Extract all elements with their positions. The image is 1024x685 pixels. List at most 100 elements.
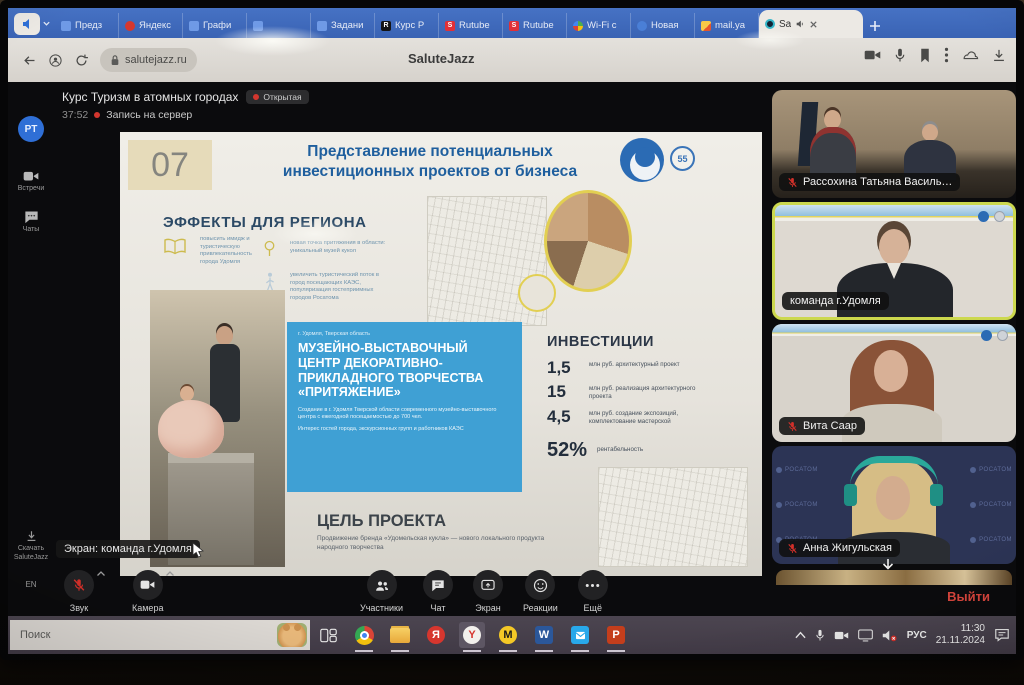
- participant-tile-2-active-speaker[interactable]: команда г.Удомля: [772, 202, 1016, 320]
- chevron-up-icon[interactable]: [96, 570, 106, 578]
- sound-button[interactable]: Звук: [64, 570, 94, 613]
- recording-label: Запись на сервер: [106, 109, 192, 121]
- profile-button[interactable]: [42, 47, 68, 73]
- tab-favicon: S: [509, 21, 519, 31]
- tab-close-icon[interactable]: [809, 20, 818, 29]
- address-bar[interactable]: salutejazz.ru: [100, 48, 197, 72]
- salutejazz-favicon: [765, 19, 775, 29]
- location-pin-icon: [262, 240, 277, 257]
- photo-collage-circle-small: [518, 274, 556, 312]
- participant-name-badge: Вита Саар: [779, 417, 865, 435]
- bookmark-icon[interactable]: [919, 48, 931, 63]
- browser-tab-1[interactable]: Яндекс: [119, 13, 183, 38]
- walking-person-icon: [264, 272, 276, 292]
- windows-taskbar: Поиск Я Y М W P: [8, 616, 1016, 654]
- participant-tile-1[interactable]: Рассохина Татьяна Василь…: [772, 90, 1016, 198]
- chevron-down-icon[interactable]: [42, 19, 51, 28]
- chrome-icon[interactable]: [351, 622, 377, 648]
- photo-collage-circle: [544, 190, 632, 292]
- yandex-icon[interactable]: Я: [423, 622, 449, 648]
- word-icon[interactable]: W: [531, 622, 557, 648]
- download-app-icon: [25, 530, 38, 543]
- participant-tile-3[interactable]: Вита Саар: [772, 324, 1016, 442]
- badge-dot-icon: [253, 94, 259, 100]
- browser-tab-0[interactable]: Предз: [55, 13, 119, 38]
- project-location: г. Удомля, Тверская область: [298, 331, 511, 337]
- back-button[interactable]: [16, 47, 42, 73]
- tab-favicon: [61, 21, 71, 31]
- reload-button[interactable]: [68, 47, 94, 73]
- scroll-more-participants-arrow[interactable]: [880, 558, 896, 570]
- screen-share-label: Экран: команда г.Удомля: [56, 540, 200, 558]
- user-avatar[interactable]: РТ: [18, 116, 44, 142]
- sidebar-item-meetings[interactable]: Встречи: [8, 170, 54, 192]
- investments-heading: ИНВЕСТИЦИИ: [547, 334, 697, 350]
- salutejazz-app: РТ Встречи Чаты Скачать SaluteJazz EN Ку…: [8, 82, 1016, 616]
- url-field[interactable]: salutejazz.ru: [125, 54, 187, 66]
- shared-screen-slide: 07 Представление потенциальных инвестици…: [120, 132, 762, 576]
- browser-tab-10[interactable]: mail.ya: [695, 13, 759, 38]
- banner-backdrop: [772, 324, 1016, 336]
- participants-button[interactable]: Участники: [360, 570, 403, 613]
- chevron-up-icon[interactable]: [165, 570, 175, 578]
- sidebar-item-download-app[interactable]: Скачать SaluteJazz: [8, 530, 54, 561]
- tray-camera-icon[interactable]: [834, 630, 849, 641]
- participant-tile-4[interactable]: РОСАТОМРОСАТОМРОСАТОМ РОСАТОМРОСАТОМРОСА…: [772, 446, 1016, 564]
- browser-tab-8[interactable]: Wi-Fi c: [567, 13, 631, 38]
- browser-tab-2[interactable]: Графи: [183, 13, 247, 38]
- extensions-icon[interactable]: [962, 48, 979, 62]
- tray-display-icon[interactable]: [858, 629, 873, 642]
- taskbar-clock[interactable]: 11:30 21.11.2024: [936, 623, 985, 648]
- browser-tab-9[interactable]: Новая: [631, 13, 695, 38]
- tray-volume-muted-icon[interactable]: [882, 629, 898, 642]
- mir-icon[interactable]: М: [495, 622, 521, 648]
- browser-tab-3[interactable]: [247, 13, 311, 38]
- input-language-indicator[interactable]: РУС: [907, 630, 927, 641]
- lock-icon: [110, 54, 120, 66]
- browser-tab-5[interactable]: RКурс Р: [375, 13, 439, 38]
- tray-expand-chevron[interactable]: [795, 631, 806, 639]
- taskbar-search[interactable]: Поиск: [10, 620, 310, 650]
- browser-tab-active[interactable]: Sa: [759, 10, 863, 38]
- anniversary-55-badge: 55: [670, 146, 695, 171]
- task-view-button[interactable]: [315, 622, 341, 648]
- browser-tab-4[interactable]: Задани: [311, 13, 375, 38]
- sidebar-item-chats[interactable]: Чаты: [8, 210, 54, 233]
- mic-permission-icon[interactable]: [894, 48, 906, 63]
- notification-center-icon[interactable]: [994, 628, 1010, 642]
- browser-tab-bar: Предз Яндекс Графи Задани RКурс Р SRutub…: [8, 8, 1016, 38]
- ellipsis-icon: [585, 583, 600, 588]
- camera-icon: [140, 579, 155, 591]
- yandex-browser-icon[interactable]: Y: [459, 622, 485, 648]
- browser-tab-7[interactable]: SRutube: [503, 13, 567, 38]
- goal-heading: ЦЕЛЬ ПРОЕКТА: [317, 512, 577, 531]
- investments-block: ИНВЕСТИЦИИ 1,5 млн руб. архитектурный пр…: [547, 334, 697, 467]
- browser-tab-6[interactable]: SRutube: [439, 13, 503, 38]
- leave-button[interactable]: Выйти: [947, 589, 990, 604]
- reactions-button[interactable]: Реакции: [523, 570, 558, 613]
- participant-name-badge: команда г.Удомля: [782, 292, 889, 310]
- browser-menu-button[interactable]: [14, 13, 40, 35]
- camera-permission-icon[interactable]: [864, 48, 881, 62]
- file-explorer-icon[interactable]: [387, 622, 413, 648]
- chat-button[interactable]: Чат: [423, 570, 453, 613]
- effect-item-3: увеличить туристический поток в город по…: [290, 272, 395, 302]
- project-desc-1: Создание в г. Удомля Тверской области со…: [298, 407, 503, 422]
- doll-figure: [216, 326, 233, 345]
- goal-text: Продвижение бренда «Удомельская кукла» —…: [317, 535, 552, 553]
- tab-audio-icon[interactable]: [795, 19, 805, 29]
- tab-favicon: [573, 21, 583, 31]
- powerpoint-icon[interactable]: P: [603, 622, 629, 648]
- backdrop-logos: [981, 330, 1008, 341]
- download-icon[interactable]: [992, 48, 1006, 63]
- tray-mic-icon[interactable]: [815, 629, 825, 642]
- mail-app-icon[interactable]: [567, 622, 593, 648]
- browser-toolbar: salutejazz.ru SaluteJazz: [8, 38, 1016, 82]
- new-tab-button[interactable]: [869, 20, 881, 32]
- screen-share-button[interactable]: Экран: [473, 570, 503, 613]
- kebab-menu-icon[interactable]: [944, 47, 949, 63]
- camera-button[interactable]: Камера: [132, 570, 163, 613]
- mouse-cursor: [192, 542, 204, 558]
- more-button[interactable]: Ещё: [578, 570, 608, 613]
- screen-share-icon: [481, 579, 495, 592]
